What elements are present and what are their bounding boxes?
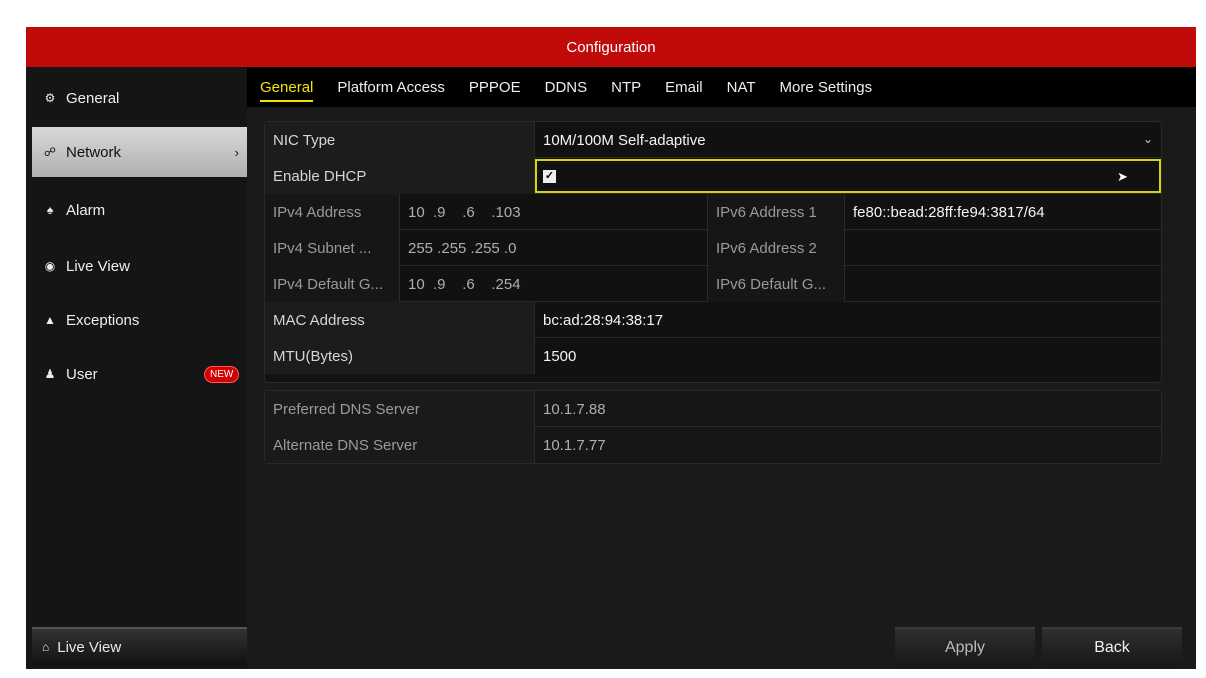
live-view-label: Live View bbox=[57, 638, 122, 656]
dhcp-row: Enable DHCP ✓ ➤ bbox=[265, 158, 1161, 194]
dhcp-label: Enable DHCP bbox=[265, 158, 535, 194]
ipv4-subnet-label: IPv4 Subnet ... bbox=[265, 230, 400, 266]
ipv4-subnet-input[interactable]: 255 .255 .255 .0 bbox=[400, 230, 708, 266]
mtu-row: MTU(Bytes) 1500 bbox=[265, 338, 1161, 374]
users-icon: ♟ bbox=[44, 367, 56, 381]
sidebar-item-label: General bbox=[66, 89, 120, 107]
sidebar: ⚙ General ☍ Network › ♠ Alarm ◉ Live Vie… bbox=[26, 67, 247, 669]
ipv4-gateway-input[interactable]: 10 .9 .6 .254 bbox=[400, 266, 708, 302]
tab-pppoe[interactable]: PPPOE bbox=[469, 79, 521, 96]
ipv4-subnet-row: IPv4 Subnet ... 255 .255 .255 .0 IPv6 Ad… bbox=[265, 230, 1161, 266]
home-icon: ⌂ bbox=[42, 640, 50, 654]
dhcp-checkbox[interactable]: ✓ bbox=[543, 169, 556, 183]
title-bar: Configuration bbox=[26, 27, 1196, 67]
apply-button[interactable]: Apply bbox=[895, 627, 1035, 667]
eye-icon: ◉ bbox=[44, 259, 56, 273]
tab-bar: General Platform Access PPPOE DDNS NTP E… bbox=[247, 67, 1196, 107]
sidebar-item-general[interactable]: ⚙ General bbox=[32, 73, 247, 123]
tab-email[interactable]: Email bbox=[665, 79, 703, 96]
tab-nat[interactable]: NAT bbox=[727, 79, 756, 96]
sidebar-item-exceptions[interactable]: ▲ Exceptions bbox=[32, 295, 247, 345]
mac-address-row: MAC Address bc:ad:28:94:38:17 bbox=[265, 302, 1161, 338]
ipv4-gateway-label: IPv4 Default G... bbox=[265, 266, 400, 302]
nic-type-value: 10M/100M Self-adaptive bbox=[543, 131, 706, 149]
ipv4-address-row: IPv4 Address 10 .9 .6 .103 IPv6 Address … bbox=[265, 194, 1161, 230]
mtu-input[interactable]: 1500 bbox=[535, 338, 1161, 374]
back-button[interactable]: Back bbox=[1042, 627, 1182, 667]
network-form: NIC Type 10M/100M Self-adaptive ⌄ Enable… bbox=[264, 121, 1162, 383]
mouse-cursor-icon: ➤ bbox=[1117, 169, 1128, 184]
nic-type-row: NIC Type 10M/100M Self-adaptive ⌄ bbox=[265, 122, 1161, 158]
network-icon: ☍ bbox=[43, 145, 57, 159]
sidebar-item-label: Exceptions bbox=[66, 311, 140, 329]
nic-type-label: NIC Type bbox=[265, 122, 535, 158]
tab-more-settings[interactable]: More Settings bbox=[780, 79, 873, 96]
alarm-icon: ♠ bbox=[46, 203, 54, 217]
apply-label: Apply bbox=[944, 639, 986, 656]
ipv6-address2-value bbox=[845, 230, 1161, 266]
tab-platform-access[interactable]: Platform Access bbox=[337, 79, 445, 96]
dns-alternate-label: Alternate DNS Server bbox=[265, 427, 535, 463]
ipv6-address1-value: fe80::bead:28ff:fe94:3817/64 bbox=[853, 203, 1045, 221]
ipv4-gateway-row: IPv4 Default G... 10 .9 .6 .254 IPv6 Def… bbox=[265, 266, 1161, 302]
sidebar-item-user[interactable]: ♟ User NEW bbox=[32, 349, 247, 399]
ipv4-address-label: IPv4 Address bbox=[265, 194, 400, 230]
sidebar-item-label: Alarm bbox=[66, 201, 106, 219]
mac-address-label: MAC Address bbox=[265, 302, 535, 338]
sidebar-item-label: Live View bbox=[66, 257, 130, 275]
dns-alternate-input[interactable]: 10.1.7.77 bbox=[535, 427, 1161, 463]
sidebar-item-label: User bbox=[66, 365, 98, 383]
sidebar-item-alarm[interactable]: ♠ Alarm bbox=[32, 185, 247, 235]
dns-preferred-row: Preferred DNS Server 10.1.7.88 bbox=[265, 391, 1161, 427]
back-label: Back bbox=[1094, 639, 1130, 656]
tab-general[interactable]: General bbox=[260, 79, 314, 102]
mac-address-value: bc:ad:28:94:38:17 bbox=[543, 311, 664, 329]
live-view-button[interactable]: ⌂ Live View bbox=[32, 627, 247, 665]
dns-form: Preferred DNS Server 10.1.7.88 Alternate… bbox=[264, 390, 1162, 464]
ipv4-address-input[interactable]: 10 .9 .6 .103 bbox=[400, 194, 708, 230]
nic-type-dropdown[interactable]: 10M/100M Self-adaptive ⌄ bbox=[535, 122, 1161, 158]
chevron-down-icon: ⌄ bbox=[1142, 132, 1153, 146]
tab-ntp[interactable]: NTP bbox=[611, 79, 641, 96]
gear-icon: ⚙ bbox=[44, 91, 56, 105]
network-settings-panel: NIC Type 10M/100M Self-adaptive ⌄ Enable… bbox=[247, 107, 1196, 669]
app-window: Configuration ⚙ General ☍ Network › ♠ Al… bbox=[26, 27, 1196, 669]
dns-preferred-input[interactable]: 10.1.7.88 bbox=[535, 391, 1161, 427]
chevron-right-icon: › bbox=[234, 144, 239, 160]
sidebar-item-label: Network bbox=[66, 143, 122, 161]
ipv6-gateway-label: IPv6 Default G... bbox=[708, 266, 845, 302]
ipv6-address1-label: IPv6 Address 1 bbox=[708, 194, 845, 230]
sidebar-item-network[interactable]: ☍ Network › bbox=[32, 127, 247, 177]
warning-icon: ▲ bbox=[44, 313, 56, 327]
tab-ddns[interactable]: DDNS bbox=[545, 79, 588, 96]
sidebar-item-live-view[interactable]: ◉ Live View bbox=[32, 241, 247, 291]
dns-alternate-row: Alternate DNS Server 10.1.7.77 bbox=[265, 427, 1161, 463]
ipv6-address2-label: IPv6 Address 2 bbox=[708, 230, 845, 266]
dns-preferred-label: Preferred DNS Server bbox=[265, 391, 535, 427]
new-badge: NEW bbox=[204, 365, 240, 383]
mtu-label: MTU(Bytes) bbox=[265, 338, 535, 374]
window-title: Configuration bbox=[566, 38, 656, 56]
dhcp-field: ✓ ➤ bbox=[535, 159, 1161, 193]
ipv6-gateway-value bbox=[845, 266, 1161, 302]
